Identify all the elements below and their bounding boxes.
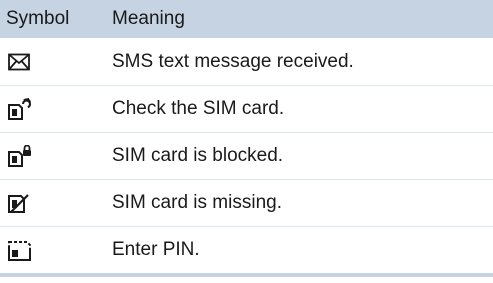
table-row: Check the SIM card. (0, 85, 493, 132)
table-row: SMS text message received. (0, 38, 493, 85)
sim-locked-icon (8, 145, 31, 167)
sim-missing-icon (8, 194, 29, 213)
sim-pin-icon (8, 241, 31, 261)
table-row: SIM card is missing. (0, 179, 493, 226)
symbol-table: Symbol Meaning SMS text message received… (0, 0, 493, 277)
meaning-text: SMS text message received. (112, 50, 354, 72)
table-row: SIM card is blocked. (0, 132, 493, 179)
meaning-text: SIM card is blocked. (112, 145, 284, 166)
table-row: Enter PIN. (0, 226, 493, 273)
header-meaning: Meaning (112, 8, 185, 29)
meaning-text: Enter PIN. (112, 239, 200, 260)
meaning-text: SIM card is missing. (112, 192, 282, 213)
table-body: SMS text message received. Check the SIM… (0, 38, 493, 273)
sim-check-icon (8, 98, 31, 120)
meaning-text: Check the SIM card. (112, 98, 285, 119)
table-header: Symbol Meaning (0, 0, 493, 38)
envelope-icon (8, 53, 30, 70)
table-footer-rule (0, 273, 493, 277)
header-symbol: Symbol (6, 8, 70, 29)
